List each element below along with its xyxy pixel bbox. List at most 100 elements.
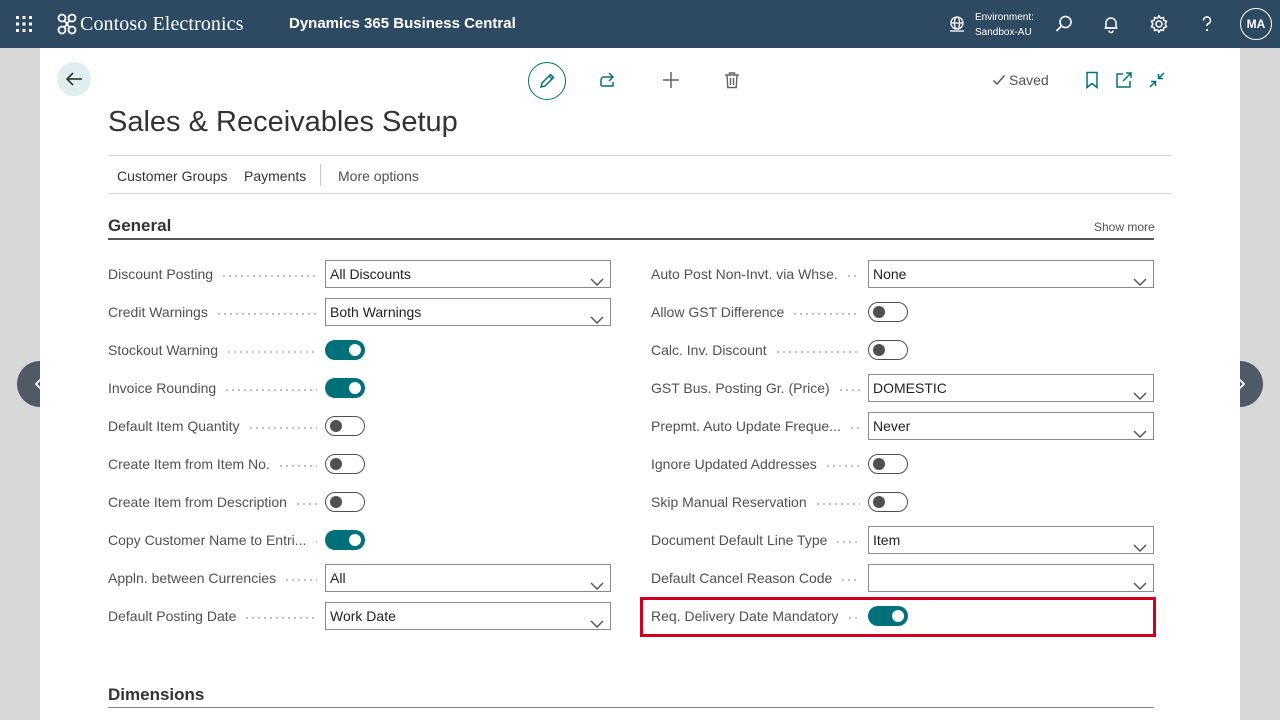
section-divider-dimensions: [108, 707, 1154, 708]
open-new-window-button[interactable]: [1112, 68, 1136, 92]
default-posting-date-select[interactable]: Work Date: [325, 602, 611, 630]
saved-status: Saved: [992, 72, 1049, 88]
environment-value: Sandbox-AU: [975, 27, 1032, 38]
settings-gear-icon[interactable]: [1147, 12, 1171, 36]
action-menu-bar: Customer Groups Payments More options: [108, 155, 1172, 194]
prepmt-auto-update-freque-select[interactable]: Never: [868, 412, 1154, 440]
field-leader-dots: [277, 465, 317, 467]
search-icon[interactable]: [1052, 12, 1076, 36]
company-name[interactable]: Contoso Electronics: [80, 12, 244, 36]
field-leader-dots: [247, 427, 317, 429]
default-cancel-reason-code-select[interactable]: [868, 564, 1154, 592]
checkmark-icon: [993, 75, 1006, 86]
calc-inv-discount-toggle[interactable]: [868, 340, 908, 360]
gst-bus-posting-gr-price-value: DOMESTIC: [873, 380, 947, 396]
invoice-rounding-toggle[interactable]: [325, 378, 365, 398]
toggle-knob: [873, 496, 885, 508]
menu-divider: [320, 164, 321, 186]
create-item-from-description-toggle[interactable]: [325, 492, 365, 512]
chevron-down-icon: [590, 611, 604, 628]
contoso-logo-icon: [57, 13, 77, 35]
collapse-button[interactable]: [1145, 68, 1169, 92]
field-leader-dots: [792, 313, 860, 315]
chevron-down-icon: [590, 269, 604, 286]
menu-payments[interactable]: Payments: [244, 168, 306, 184]
delete-button[interactable]: [720, 68, 744, 92]
field-leader-dots: [314, 541, 317, 543]
section-title-general[interactable]: General: [108, 216, 171, 236]
chevron-down-icon: [590, 573, 604, 590]
field-label-create-item-from-item-no: Create Item from Item No.: [108, 456, 270, 472]
menu-customer-groups[interactable]: Customer Groups: [117, 168, 227, 184]
auto-post-non-invt-via-whse-value: None: [873, 266, 907, 282]
skip-manual-reservation-toggle[interactable]: [868, 492, 908, 512]
stockout-warning-toggle[interactable]: [325, 340, 365, 360]
field-leader-dots: [840, 579, 860, 581]
field-leader-dots: [837, 389, 860, 391]
chevron-down-icon: [1133, 269, 1147, 286]
show-more-link[interactable]: Show more: [1094, 220, 1155, 234]
field-leader-dots: [225, 351, 317, 353]
page-title: Sales & Receivables Setup: [108, 106, 458, 138]
credit-warnings-select[interactable]: Both Warnings: [325, 298, 611, 326]
field-label-skip-manual-reservation: Skip Manual Reservation: [651, 494, 807, 510]
field-leader-dots: [224, 389, 317, 391]
back-button[interactable]: [57, 62, 91, 96]
app-launcher-icon[interactable]: [14, 14, 34, 34]
field-leader-dots: [845, 275, 860, 277]
field-label-credit-warnings: Credit Warnings: [108, 304, 208, 320]
help-icon[interactable]: [1195, 12, 1219, 36]
product-name[interactable]: Dynamics 365 Business Central: [289, 15, 516, 33]
edit-button[interactable]: [528, 62, 566, 100]
menu-more-options[interactable]: More options: [338, 168, 419, 184]
open-new-window-icon: [1116, 72, 1132, 88]
field-label-invoice-rounding: Invoice Rounding: [108, 380, 217, 396]
chevron-down-icon: [1133, 535, 1147, 552]
share-button[interactable]: [596, 68, 620, 92]
allow-gst-difference-toggle[interactable]: [868, 302, 908, 322]
toggle-knob: [873, 458, 885, 470]
field-leader-dots: [814, 503, 860, 505]
field-label-gst-bus-posting-gr-price: GST Bus. Posting Gr. (Price): [651, 380, 830, 396]
credit-warnings-value: Both Warnings: [330, 304, 422, 320]
ignore-updated-addresses-toggle[interactable]: [868, 454, 908, 474]
toggle-knob: [873, 344, 885, 356]
saved-label: Saved: [1009, 72, 1049, 88]
copy-customer-name-to-entri-toggle[interactable]: [325, 530, 365, 550]
discount-posting-select[interactable]: All Discounts: [325, 260, 611, 288]
field-label-discount-posting: Discount Posting: [108, 266, 214, 282]
notifications-bell-icon[interactable]: [1099, 12, 1123, 36]
appln-between-currencies-value: All: [330, 570, 346, 586]
field-label-calc-inv-discount: Calc. Inv. Discount: [651, 342, 767, 358]
plus-icon: [663, 72, 679, 88]
bookmark-button[interactable]: [1080, 68, 1104, 92]
pencil-icon: [539, 73, 555, 89]
default-item-quantity-toggle[interactable]: [325, 416, 365, 436]
toggle-knob: [330, 496, 342, 508]
field-leader-dots: [221, 275, 317, 277]
appln-between-currencies-select[interactable]: All: [325, 564, 611, 592]
gst-bus-posting-gr-price-select[interactable]: DOMESTIC: [868, 374, 1154, 402]
field-leader-dots: [848, 427, 860, 429]
section-title-dimensions[interactable]: Dimensions: [108, 685, 204, 705]
environment-icon[interactable]: [948, 15, 966, 33]
auto-post-non-invt-via-whse-select[interactable]: None: [868, 260, 1154, 288]
toggle-knob: [330, 458, 342, 470]
field-leader-dots: [284, 579, 317, 581]
environment-info[interactable]: Environment: Sandbox-AU: [975, 10, 1034, 40]
user-avatar[interactable]: MA: [1240, 8, 1272, 40]
prepmt-auto-update-freque-value: Never: [873, 418, 911, 434]
collapse-icon: [1149, 72, 1165, 88]
toggle-knob: [349, 344, 361, 356]
field-leader-dots: [835, 541, 860, 543]
field-leader-dots: [294, 503, 317, 505]
field-label-allow-gst-difference: Allow GST Difference: [651, 304, 785, 320]
field-label-default-cancel-reason-code: Default Cancel Reason Code: [651, 570, 833, 586]
chevron-down-icon: [1133, 383, 1147, 400]
document-default-line-type-value: Item: [873, 532, 901, 548]
document-default-line-type-select[interactable]: Item: [868, 526, 1154, 554]
chevron-down-icon: [1133, 421, 1147, 438]
create-item-from-item-no-toggle[interactable]: [325, 454, 365, 474]
toggle-knob: [349, 382, 361, 394]
new-button[interactable]: [659, 68, 683, 92]
